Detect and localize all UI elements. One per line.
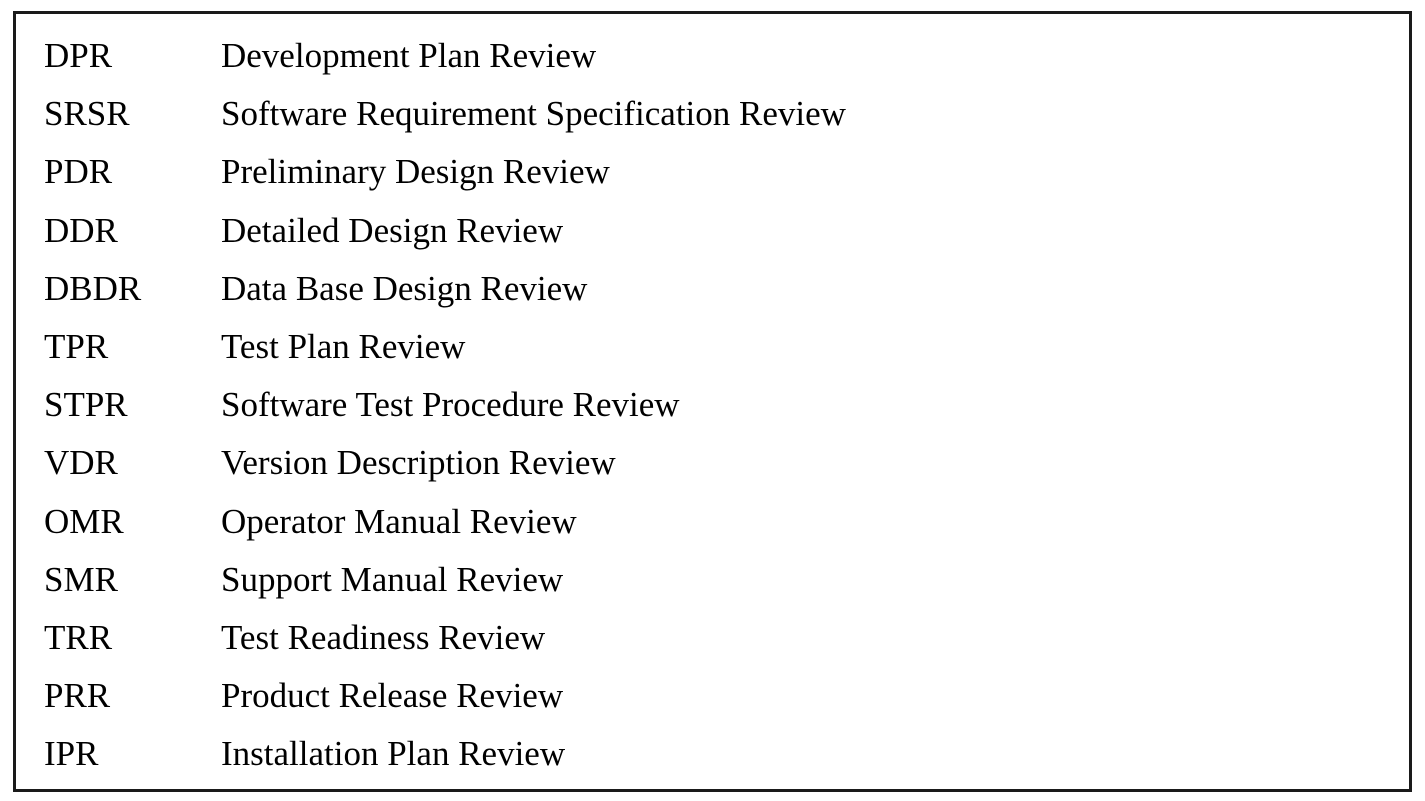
abbreviation-meaning: Preliminary Design Review: [221, 152, 610, 192]
abbreviation: SRSR: [44, 94, 130, 134]
list-item: SRSR Software Requirement Specification …: [44, 91, 1409, 149]
abbreviation: DPR: [44, 36, 113, 75]
abbreviation: VDR: [44, 443, 118, 483]
list-item: STPR Software Test Procedure Review: [44, 382, 1409, 440]
list-item: DDR Detailed Design Review: [44, 208, 1409, 266]
abbreviation-meaning: Test Readiness Review: [221, 617, 546, 657]
list-item: TPR Test Plan Review: [44, 324, 1409, 382]
abbreviation: IPR: [44, 734, 99, 774]
abbreviation: STPR: [44, 385, 128, 425]
list-item: PRR Product Release Review: [44, 673, 1409, 731]
abbreviation: TPR: [44, 326, 109, 366]
list-item: IPR Installation Plan Review: [44, 731, 1409, 789]
list-item: SMR Support Manual Review: [44, 557, 1409, 615]
abbreviation-meaning: Product Release Review: [221, 676, 564, 716]
abbreviation-meaning: Support Manual Review: [221, 559, 564, 599]
abbreviation-list: DPR Development Plan Review SRSR Softwar…: [44, 33, 1409, 789]
abbreviation-table-frame: DPR Development Plan Review SRSR Softwar…: [13, 11, 1412, 792]
abbreviation-meaning: Test Plan Review: [221, 326, 466, 366]
abbreviation-meaning: Software Requirement Specification Revie…: [221, 94, 846, 134]
abbreviation-meaning: Installation Plan Review: [221, 734, 566, 774]
abbreviation-meaning: Data Base Design Review: [221, 268, 588, 308]
abbreviation: OMR: [44, 501, 124, 541]
abbreviation-meaning: Software Test Procedure Review: [221, 385, 680, 425]
list-item: TRR Test Readiness Review: [44, 615, 1409, 673]
list-item: DPR Development Plan Review: [44, 33, 1409, 91]
abbreviation: PDR: [44, 152, 113, 192]
list-item: DBDR Data Base Design Review: [44, 266, 1409, 324]
abbreviation: PRR: [44, 676, 111, 716]
abbreviation-meaning: Detailed Design Review: [221, 210, 564, 250]
abbreviation: DBDR: [44, 268, 142, 308]
abbreviation-meaning: Version Description Review: [221, 443, 616, 483]
abbreviation: SMR: [44, 559, 118, 599]
list-item: VDR Version Description Review: [44, 440, 1409, 498]
list-item: OMR Operator Manual Review: [44, 499, 1409, 557]
list-item: PDR Preliminary Design Review: [44, 149, 1409, 207]
abbreviation: DDR: [44, 210, 118, 250]
abbreviation-meaning: Operator Manual Review: [221, 501, 577, 541]
abbreviation: TRR: [44, 617, 113, 657]
abbreviation-meaning: Development Plan Review: [221, 36, 597, 75]
